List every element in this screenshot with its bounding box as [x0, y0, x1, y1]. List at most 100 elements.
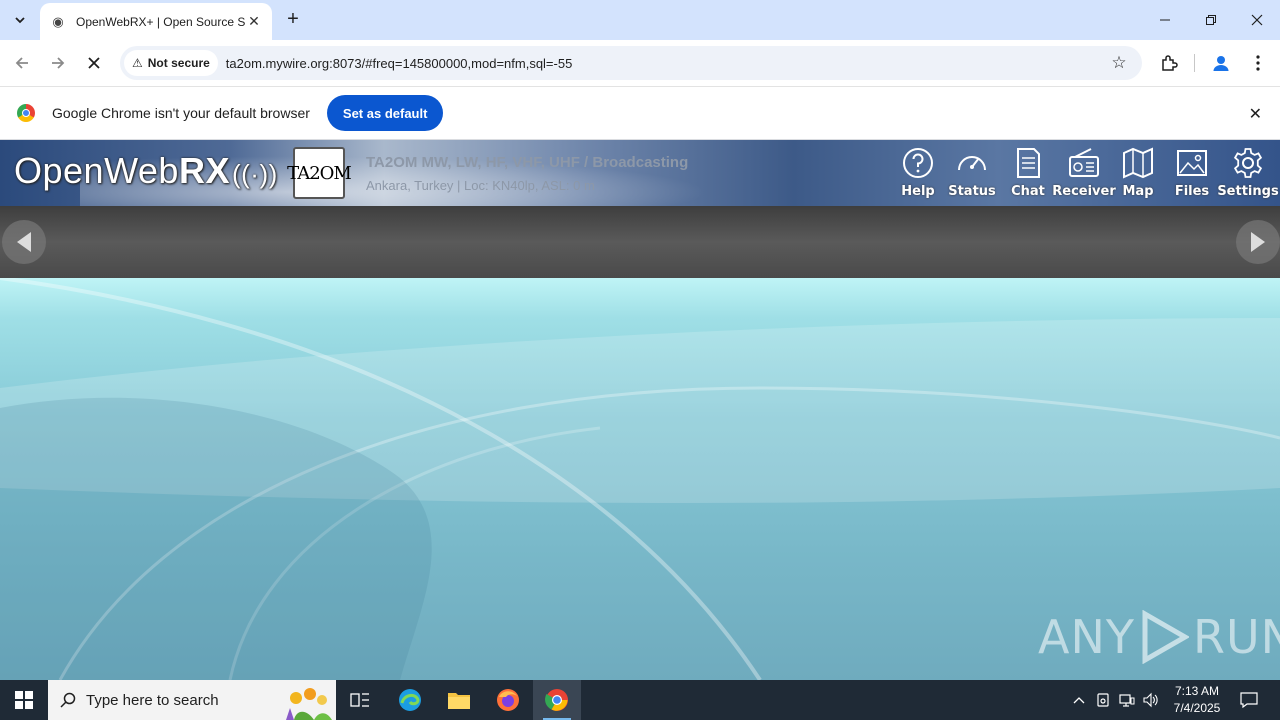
- set-as-default-button[interactable]: Set as default: [326, 95, 444, 131]
- edge-icon: [399, 689, 421, 711]
- map-button[interactable]: Map: [1120, 146, 1156, 202]
- notification-icon: [1240, 692, 1258, 708]
- play-logo-icon: [1142, 610, 1189, 664]
- settings-label: Settings: [1217, 184, 1279, 199]
- speaker-icon: [1143, 692, 1158, 708]
- default-browser-infobar: Google Chrome isn't your default browser…: [0, 86, 1280, 140]
- minimize-icon: [1160, 19, 1170, 21]
- start-button[interactable]: [0, 680, 48, 720]
- chrome-taskbar-button[interactable]: [533, 680, 581, 720]
- map-label: Map: [1122, 184, 1154, 199]
- radio-waves-icon: ((·)): [231, 159, 278, 189]
- close-window-button[interactable]: [1234, 0, 1280, 40]
- logo-text-web: Web: [104, 150, 179, 191]
- new-tab-button[interactable]: +: [282, 8, 304, 32]
- tab-close-icon[interactable]: ✕: [246, 13, 262, 30]
- openwebrx-logo[interactable]: OpenWebRX((·)): [14, 150, 278, 192]
- triangle-right-icon: [1251, 232, 1265, 252]
- receiver-location: Ankara, Turkey | Loc: KN40lp, ASL: 0 m: [366, 178, 595, 193]
- puzzle-icon: [1162, 55, 1178, 71]
- clock-date: 7/4/2025: [1173, 701, 1221, 715]
- windows-logo-icon: [15, 691, 33, 709]
- firefox-icon: [497, 689, 519, 711]
- stop-button[interactable]: [79, 48, 109, 78]
- windows-taskbar: Type here to search 7:13 AM 7/4/2025: [0, 680, 1280, 720]
- network-icon: [1119, 694, 1135, 707]
- profile-icon: [1213, 56, 1229, 71]
- url-text[interactable]: ta2om.mywire.org:8073/#freq=145800000,mo…: [226, 56, 1104, 71]
- network-tray-icon[interactable]: [1116, 680, 1138, 720]
- toolbar-separator: [1194, 54, 1195, 72]
- clock-time: 7:13 AM: [1174, 684, 1220, 698]
- browser-toolbar: ⚠ Not secure ta2om.mywire.org:8073/#freq…: [0, 40, 1280, 86]
- help-icon: [903, 148, 933, 178]
- status-button[interactable]: Status: [948, 146, 996, 202]
- restore-button[interactable]: [1188, 0, 1234, 40]
- taskbar-search-box[interactable]: Type here to search: [48, 680, 336, 720]
- forward-arrow-icon: [52, 57, 65, 69]
- back-arrow-icon: [15, 57, 28, 69]
- chat-label: Chat: [1011, 184, 1045, 199]
- receiver-avatar: TA2OM: [287, 147, 352, 199]
- file-explorer-taskbar-button[interactable]: [435, 680, 483, 720]
- status-label: Status: [948, 184, 996, 199]
- scroll-left-button[interactable]: [2, 220, 46, 264]
- tab-openwebrx[interactable]: ◉ OpenWebRX+ | Open Source SDR ✕: [40, 3, 272, 40]
- infobar-close-icon[interactable]: ✕: [1249, 104, 1262, 124]
- radio-icon: [1069, 148, 1099, 177]
- chrome-icon: [545, 689, 568, 711]
- forward-button[interactable]: [43, 48, 73, 78]
- image-icon: [1177, 150, 1207, 176]
- device-icon: [1097, 693, 1109, 707]
- firefox-taskbar-button[interactable]: [484, 680, 532, 720]
- edge-taskbar-button[interactable]: [386, 680, 434, 720]
- search-icon: [60, 692, 76, 708]
- watermark-text-right: RUN: [1192, 610, 1280, 664]
- back-button[interactable]: [7, 48, 37, 78]
- scroll-right-button[interactable]: [1236, 220, 1280, 264]
- tab-title: OpenWebRX+ | Open Source SDR: [76, 14, 246, 29]
- watermark-text-left: ANY: [1038, 610, 1135, 664]
- search-placeholder: Type here to search: [86, 691, 219, 709]
- task-view-button[interactable]: [336, 680, 384, 720]
- security-chip[interactable]: ⚠ Not secure: [124, 50, 218, 76]
- help-button[interactable]: Help: [900, 146, 936, 202]
- kebab-menu-icon: [1256, 55, 1260, 71]
- security-label: Not secure: [147, 56, 210, 70]
- help-label: Help: [901, 184, 935, 199]
- show-hidden-icons-button[interactable]: [1068, 680, 1090, 720]
- chevron-down-icon: [15, 17, 25, 24]
- volume-tray-icon[interactable]: [1140, 680, 1162, 720]
- chevron-up-icon: [1073, 697, 1085, 704]
- address-bar[interactable]: ⚠ Not secure ta2om.mywire.org:8073/#freq…: [120, 46, 1142, 80]
- anyrun-watermark: ANY RUN: [1038, 610, 1280, 664]
- stop-icon: [88, 57, 100, 69]
- infobar-message: Google Chrome isn't your default browser: [52, 105, 310, 121]
- triangle-left-icon: [17, 232, 31, 252]
- files-label: Files: [1174, 184, 1210, 199]
- minimize-button[interactable]: [1142, 0, 1188, 40]
- close-icon: [1251, 14, 1263, 26]
- gear-icon: [1233, 148, 1263, 178]
- files-button[interactable]: Files: [1174, 146, 1210, 202]
- receiver-button[interactable]: Receiver: [1052, 146, 1116, 202]
- tab-search-button[interactable]: [6, 8, 34, 32]
- chat-button[interactable]: Chat: [1010, 146, 1046, 202]
- bookmark-star-icon[interactable]: ☆: [1104, 53, 1134, 73]
- folder-icon: [448, 693, 470, 709]
- receiver-label: Receiver: [1052, 184, 1116, 199]
- task-view-icon: [350, 693, 369, 707]
- openwebrx-favicon-icon: ◉: [52, 13, 64, 29]
- meet-now-tray-icon[interactable]: [1092, 680, 1114, 720]
- chrome-logo-icon: [17, 104, 35, 122]
- profile-button[interactable]: [1208, 50, 1234, 76]
- menu-button[interactable]: [1245, 50, 1271, 76]
- taskbar-clock[interactable]: 7:13 AM 7/4/2025: [1166, 683, 1228, 717]
- logo-text-rx: RX: [178, 150, 230, 191]
- logo-text-open: Open: [14, 150, 105, 191]
- settings-button[interactable]: Settings: [1217, 146, 1279, 202]
- gauge-icon: [958, 156, 986, 171]
- flowers-decoration-icon: [286, 688, 332, 720]
- extensions-button[interactable]: [1156, 50, 1182, 76]
- notifications-button[interactable]: [1234, 680, 1264, 720]
